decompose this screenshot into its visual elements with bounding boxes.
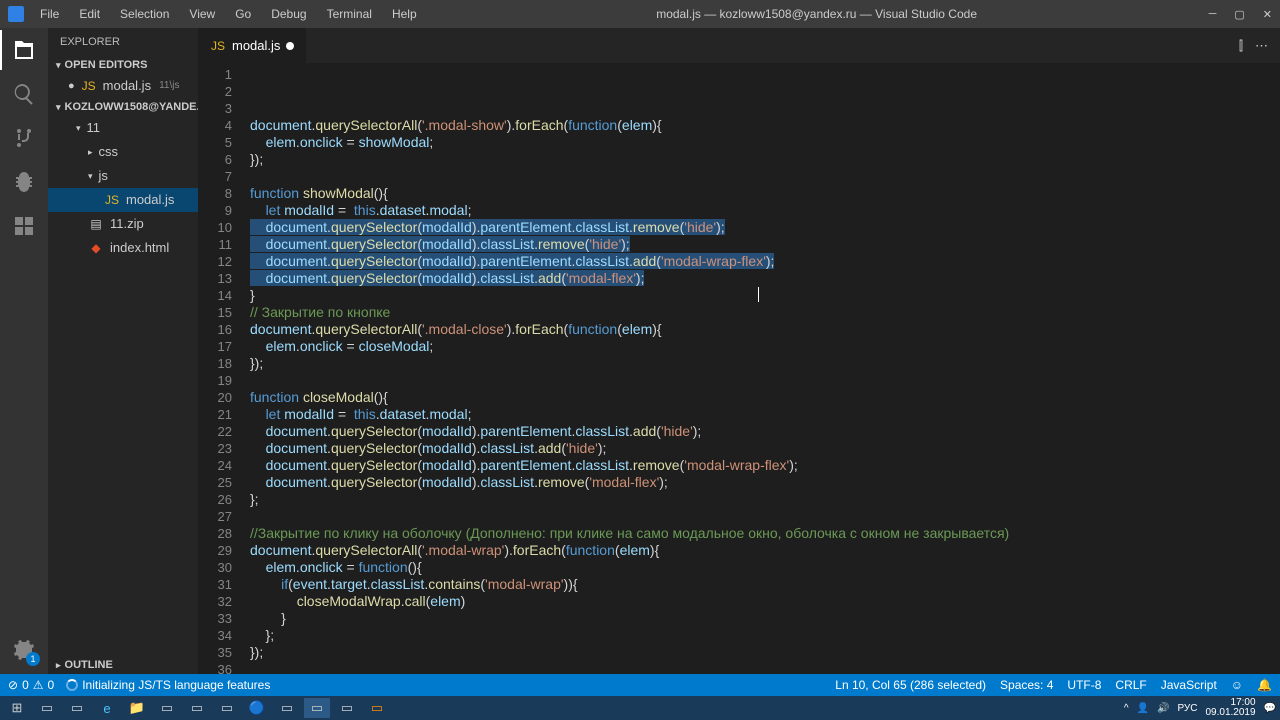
status-cursor-position[interactable]: Ln 10, Col 65 (286 selected) bbox=[835, 678, 986, 692]
activity-bar: 1 bbox=[0, 28, 48, 674]
editor-area: JS modal.js ⫿ ⋯ 123456789101112131415161… bbox=[198, 28, 1280, 674]
window-controls: ─ ▢ ✕ bbox=[1209, 8, 1272, 21]
vscode-icon bbox=[8, 6, 24, 22]
taskbar-app-2[interactable]: ▭ bbox=[154, 698, 180, 718]
js-file-icon: JS bbox=[104, 190, 120, 210]
taskbar-edge[interactable]: e bbox=[94, 698, 120, 718]
outline-section[interactable]: ▸Outline bbox=[48, 656, 198, 674]
tray-people-icon[interactable]: 👤 bbox=[1137, 703, 1149, 714]
status-language[interactable]: JavaScript bbox=[1161, 678, 1217, 692]
dirty-indicator-icon[interactable]: ● bbox=[68, 76, 75, 96]
tab-modal-js[interactable]: JS modal.js bbox=[198, 28, 307, 63]
explorer-sidebar: Explorer ▾Open Editors ● JS modal.js 11\… bbox=[48, 28, 198, 674]
title-bar: File Edit Selection View Go Debug Termin… bbox=[0, 0, 1280, 28]
windows-taskbar: ⊞ ▭ ▭ e 📁 ▭ ▭ ▭ 🔵 ▭ ▭ ▭ ▭ ^ 👤 🔊 РУС 17:0… bbox=[0, 696, 1280, 720]
taskbar-app-5[interactable]: ▭ bbox=[274, 698, 300, 718]
file-index-html[interactable]: ◆index.html bbox=[48, 236, 198, 260]
explorer-icon[interactable] bbox=[12, 38, 36, 62]
taskbar-explorer[interactable]: 📁 bbox=[124, 698, 150, 718]
minimap[interactable] bbox=[1268, 63, 1280, 674]
menu-selection[interactable]: Selection bbox=[112, 3, 177, 25]
main-menu: File Edit Selection View Go Debug Termin… bbox=[32, 3, 425, 25]
taskbar-app-7[interactable]: ▭ bbox=[364, 698, 390, 718]
source-control-icon[interactable] bbox=[12, 126, 36, 150]
search-icon[interactable] bbox=[12, 82, 36, 106]
debug-icon[interactable] bbox=[12, 170, 36, 194]
file-modal-js[interactable]: JSmodal.js bbox=[48, 188, 198, 212]
status-errors[interactable]: ⊘0⚠0 bbox=[8, 678, 54, 692]
tray-chevron-icon[interactable]: ^ bbox=[1124, 703, 1129, 714]
start-button[interactable]: ⊞ bbox=[4, 698, 30, 718]
status-encoding[interactable]: UTF-8 bbox=[1067, 678, 1101, 692]
menu-debug[interactable]: Debug bbox=[263, 3, 314, 25]
code-content[interactable]: document.querySelectorAll('.modal-show')… bbox=[250, 63, 1268, 674]
status-bar: ⊘0⚠0 Initializing JS/TS language feature… bbox=[0, 674, 1280, 696]
menu-terminal[interactable]: Terminal bbox=[319, 3, 380, 25]
tray-network-icon[interactable]: 🔊 bbox=[1157, 703, 1169, 714]
close-button[interactable]: ✕ bbox=[1263, 8, 1272, 21]
taskbar-app-1[interactable]: ▭ bbox=[64, 698, 90, 718]
taskbar-chrome[interactable]: 🔵 bbox=[244, 698, 270, 718]
taskview-icon[interactable]: ▭ bbox=[34, 698, 60, 718]
menu-go[interactable]: Go bbox=[227, 3, 259, 25]
taskbar-clock[interactable]: 17:0009.01.2019 bbox=[1205, 698, 1255, 718]
tab-bar: JS modal.js ⫿ ⋯ bbox=[198, 28, 1280, 63]
taskbar-app-4[interactable]: ▭ bbox=[214, 698, 240, 718]
menu-edit[interactable]: Edit bbox=[71, 3, 108, 25]
status-loading[interactable]: Initializing JS/TS language features bbox=[66, 678, 270, 692]
window-title: modal.js — kozloww1508@yandex.ru — Visua… bbox=[425, 7, 1209, 21]
status-indentation[interactable]: Spaces: 4 bbox=[1000, 678, 1053, 692]
open-editors-section[interactable]: ▾Open Editors bbox=[48, 56, 198, 74]
open-editor-item[interactable]: ● JS modal.js 11\js bbox=[48, 74, 198, 98]
extensions-icon[interactable] bbox=[12, 214, 36, 238]
taskbar-vscode[interactable]: ▭ bbox=[304, 698, 330, 718]
maximize-button[interactable]: ▢ bbox=[1234, 8, 1244, 21]
menu-file[interactable]: File bbox=[32, 3, 67, 25]
line-numbers: 1234567891011121314151617181920212223242… bbox=[198, 63, 250, 674]
sidebar-title: Explorer bbox=[48, 28, 198, 56]
menu-help[interactable]: Help bbox=[384, 3, 425, 25]
folder-11[interactable]: ▾11 bbox=[48, 116, 198, 140]
js-file-icon: JS bbox=[81, 76, 97, 96]
js-file-icon: JS bbox=[210, 39, 226, 53]
tray-lang[interactable]: РУС bbox=[1177, 703, 1197, 714]
workspace-folder[interactable]: ▾KOZLOWW1508@YANDE... bbox=[48, 98, 198, 116]
split-editor-icon[interactable]: ⫿ bbox=[1239, 38, 1243, 54]
status-feedback-icon[interactable]: ☺ bbox=[1231, 678, 1243, 692]
code-editor[interactable]: 1234567891011121314151617181920212223242… bbox=[198, 63, 1280, 674]
taskbar-app-3[interactable]: ▭ bbox=[184, 698, 210, 718]
html-file-icon: ◆ bbox=[88, 238, 104, 258]
status-notifications-icon[interactable]: 🔔 bbox=[1257, 678, 1272, 692]
zip-file-icon: ▤ bbox=[88, 214, 104, 234]
taskbar-app-6[interactable]: ▭ bbox=[334, 698, 360, 718]
minimize-button[interactable]: ─ bbox=[1209, 8, 1217, 21]
tray-notifications-icon[interactable]: 💬 bbox=[1264, 703, 1276, 714]
more-actions-icon[interactable]: ⋯ bbox=[1255, 38, 1268, 54]
folder-js[interactable]: ▾js bbox=[48, 164, 198, 188]
file-11-zip[interactable]: ▤11.zip bbox=[48, 212, 198, 236]
folder-css[interactable]: ▸css bbox=[48, 140, 198, 164]
menu-view[interactable]: View bbox=[181, 3, 223, 25]
tab-dirty-icon[interactable] bbox=[286, 42, 294, 50]
settings-gear-icon[interactable]: 1 bbox=[12, 640, 36, 664]
status-eol[interactable]: CRLF bbox=[1115, 678, 1146, 692]
settings-badge: 1 bbox=[26, 652, 40, 666]
